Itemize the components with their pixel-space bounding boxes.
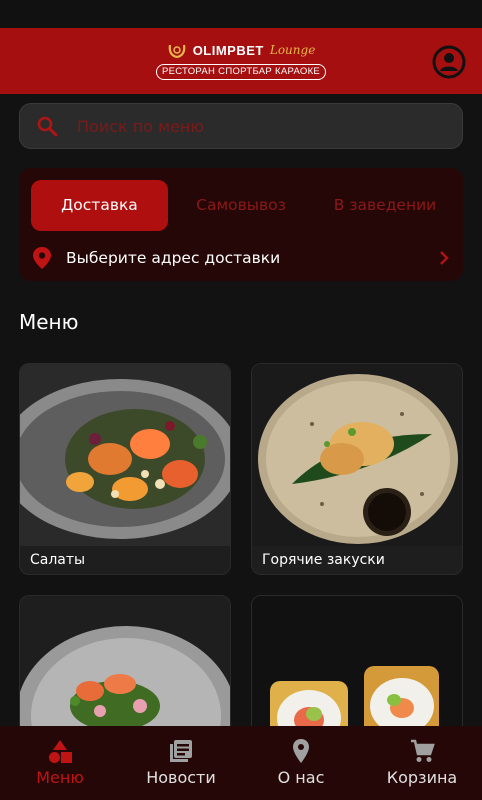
nav-label-menu: Меню xyxy=(36,768,84,787)
logo-script: Lounge xyxy=(269,43,316,57)
category-label: Салаты xyxy=(30,552,86,568)
category-label: Горячие закуски xyxy=(262,552,385,568)
status-bar xyxy=(0,0,482,28)
tab-in-venue[interactable]: В заведении xyxy=(319,180,451,231)
location-pin-icon xyxy=(33,247,51,269)
bottom-navigation: Меню Новости О нас Корзина xyxy=(0,726,482,800)
menu-category-card-hot-appetizers[interactable]: Горячие закуски xyxy=(251,363,463,575)
logo-subtitle: РЕСТОРАН СПОРТБАР КАРАОКЕ xyxy=(156,64,326,80)
search-icon xyxy=(37,116,58,137)
app-header: OLIMPBET Lounge РЕСТОРАН СПОРТБАР КАРАОК… xyxy=(0,28,482,94)
delivery-options-panel: Доставка Самовывоз В заведении Выберите … xyxy=(19,168,463,281)
news-icon xyxy=(170,740,192,762)
nav-item-about[interactable]: О нас xyxy=(265,726,337,800)
menu-section-title: Меню xyxy=(19,310,79,334)
delivery-address-selector[interactable]: Выберите адрес доставки xyxy=(19,240,463,276)
laurel-icon xyxy=(168,44,186,59)
location-pin-icon xyxy=(293,739,309,763)
nav-item-menu[interactable]: Меню xyxy=(20,726,100,800)
salad-dish-image xyxy=(20,364,230,546)
profile-icon[interactable] xyxy=(432,45,466,79)
search-input[interactable] xyxy=(77,111,462,141)
logo-name: OLIMPBET xyxy=(192,42,264,58)
shapes-icon xyxy=(49,740,72,763)
nav-label-cart: Корзина xyxy=(386,768,458,787)
tab-delivery[interactable]: Доставка xyxy=(31,180,168,231)
chevron-right-icon xyxy=(440,251,449,265)
search-bar[interactable] xyxy=(19,103,463,149)
tab-pickup[interactable]: Самовывоз xyxy=(179,180,303,231)
nav-label-news: Новости xyxy=(146,768,216,787)
nav-item-news[interactable]: Новости xyxy=(135,726,227,800)
nav-item-cart[interactable]: Корзина xyxy=(380,726,464,800)
cart-icon xyxy=(411,739,435,762)
address-prompt: Выберите адрес доставки xyxy=(66,249,281,267)
olimpbet-lounge-logo: OLIMPBET Lounge РЕСТОРАН СПОРТБАР КАРАОК… xyxy=(156,38,326,84)
nav-label-about: О нас xyxy=(277,768,325,787)
menu-category-card-salads[interactable]: Салаты xyxy=(19,363,231,575)
hot-appetizer-dish-image xyxy=(252,364,462,546)
